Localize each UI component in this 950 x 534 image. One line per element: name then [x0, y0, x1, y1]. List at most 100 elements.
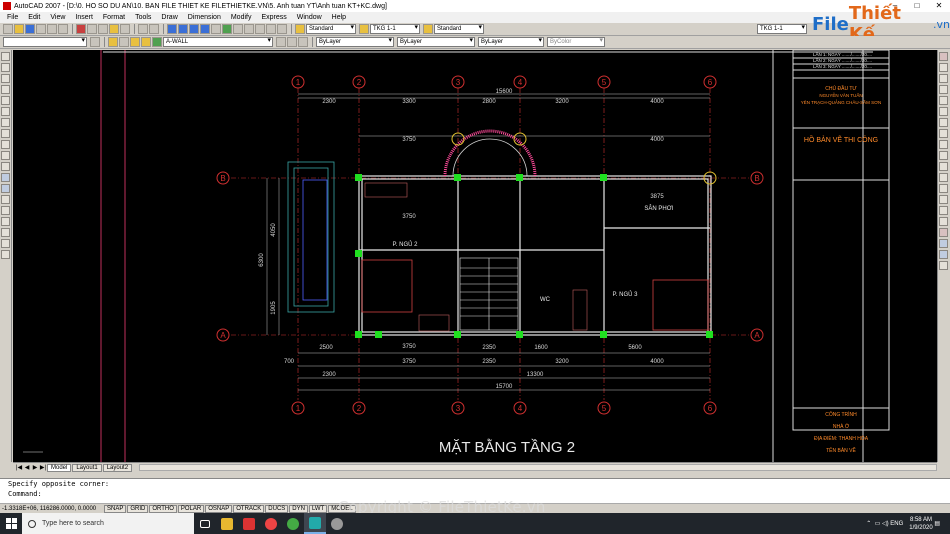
text-edit-icon[interactable]	[939, 250, 948, 259]
array-icon[interactable]	[939, 96, 948, 105]
line-icon[interactable]	[1, 52, 10, 61]
menu-insert[interactable]: Insert	[70, 14, 98, 21]
workspace-settings-icon[interactable]	[90, 37, 100, 47]
zoom-previous-icon[interactable]	[200, 24, 210, 34]
calculator-icon[interactable]	[266, 24, 276, 34]
task-view-button[interactable]	[194, 513, 216, 534]
publish-icon[interactable]	[58, 24, 68, 34]
redo-icon[interactable]	[149, 24, 159, 34]
chrome-app[interactable]	[260, 513, 282, 534]
open-icon[interactable]	[14, 24, 24, 34]
paste-icon[interactable]	[98, 24, 108, 34]
input-language[interactable]: ENG	[890, 521, 903, 527]
layer-select[interactable]: A-WALL	[163, 37, 273, 47]
layer-previous-icon[interactable]	[287, 37, 297, 47]
osnap-toggle[interactable]: OSNAP	[205, 504, 233, 513]
break-at-point-icon[interactable]	[939, 173, 948, 182]
multiline-text-icon[interactable]	[1, 250, 10, 259]
offset-icon[interactable]	[939, 85, 948, 94]
menu-modify[interactable]: Modify	[226, 14, 257, 21]
ellipse-icon[interactable]	[1, 151, 10, 160]
snipping-app[interactable]	[326, 513, 348, 534]
start-button[interactable]	[0, 513, 22, 534]
layer-on-icon[interactable]	[130, 37, 140, 47]
markup-icon[interactable]	[255, 24, 265, 34]
copy-icon[interactable]	[87, 24, 97, 34]
menu-help[interactable]: Help	[327, 14, 351, 21]
zoom-window-icon[interactable]	[189, 24, 199, 34]
lwt-toggle[interactable]: LWT	[308, 504, 328, 513]
point-icon[interactable]	[1, 195, 10, 204]
tray-chevron-icon[interactable]: ⌃	[866, 520, 871, 527]
text-style-select[interactable]: Standard	[306, 24, 356, 34]
polar-toggle[interactable]: POLAR	[177, 504, 205, 513]
make-current-icon[interactable]	[276, 37, 286, 47]
dim-style-select[interactable]: TKG 1-1	[370, 24, 420, 34]
table-icon[interactable]	[1, 239, 10, 248]
table-style-select[interactable]: Standard	[434, 24, 484, 34]
snap-toggle[interactable]: SNAP	[104, 504, 127, 513]
prev-tab-icon[interactable]: ◀	[23, 464, 31, 471]
menu-view[interactable]: View	[45, 14, 70, 21]
insert-block-icon[interactable]	[1, 173, 10, 182]
file-explorer-app[interactable]	[216, 513, 238, 534]
spline-icon[interactable]	[1, 140, 10, 149]
autocad-app[interactable]	[304, 513, 326, 534]
move-icon[interactable]	[939, 107, 948, 116]
chamfer-icon[interactable]	[939, 206, 948, 215]
sheet-set-icon[interactable]	[244, 24, 254, 34]
scale-icon[interactable]	[939, 129, 948, 138]
workspace-select[interactable]	[3, 37, 87, 47]
new-icon[interactable]	[3, 24, 13, 34]
arc-icon[interactable]	[1, 107, 10, 116]
menu-edit[interactable]: Edit	[23, 14, 45, 21]
pan-icon[interactable]	[167, 24, 177, 34]
tab-model[interactable]: Model	[47, 463, 72, 472]
tab-layout2[interactable]: Layout2	[102, 463, 133, 472]
construction-line-icon[interactable]	[1, 63, 10, 72]
explode-icon[interactable]	[939, 228, 948, 237]
rectangle-icon[interactable]	[1, 96, 10, 105]
next-tab-icon[interactable]: ▶	[31, 464, 39, 471]
properties-icon[interactable]	[211, 24, 221, 34]
media-app[interactable]	[282, 513, 304, 534]
make-block-icon[interactable]	[1, 184, 10, 193]
preview-icon[interactable]	[47, 24, 57, 34]
horizontal-scrollbar[interactable]	[139, 464, 937, 471]
first-tab-icon[interactable]: |◀	[15, 464, 23, 471]
undo-icon[interactable]	[138, 24, 148, 34]
region-icon[interactable]	[1, 228, 10, 237]
last-tab-icon[interactable]: ▶|	[39, 464, 47, 471]
tool-palettes-icon[interactable]	[233, 24, 243, 34]
cut-icon[interactable]	[76, 24, 86, 34]
notification-icon[interactable]: ▤	[934, 520, 940, 527]
save-icon[interactable]	[25, 24, 35, 34]
menu-file[interactable]: File	[2, 14, 23, 21]
gmail-app[interactable]	[238, 513, 260, 534]
menu-dimension[interactable]: Dimension	[183, 14, 226, 21]
grid-toggle[interactable]: GRID	[127, 504, 149, 513]
circle-icon[interactable]	[1, 118, 10, 127]
extend-icon[interactable]	[939, 162, 948, 171]
dyn-toggle[interactable]: DYN	[289, 504, 308, 513]
layer-manager-icon[interactable]	[108, 37, 118, 47]
zoom-realtime-icon[interactable]	[178, 24, 188, 34]
network-icon[interactable]: ▭	[875, 520, 881, 527]
help-icon[interactable]	[277, 24, 287, 34]
layer-lock-icon[interactable]	[152, 37, 162, 47]
revision-cloud-icon[interactable]	[1, 129, 10, 138]
color-select[interactable]: ByLayer	[316, 37, 394, 47]
layer-isolate-icon[interactable]	[298, 37, 308, 47]
pedit-icon[interactable]	[939, 261, 948, 270]
drawing-canvas[interactable]: LẦN 1: NGÀY ......./......./20.... LẦN 2…	[13, 50, 937, 462]
ellipse-arc-icon[interactable]	[1, 162, 10, 171]
match-properties-icon[interactable]	[109, 24, 119, 34]
close-icon[interactable]: ✕	[928, 0, 950, 12]
layer-state-icon[interactable]	[119, 37, 129, 47]
lineweight-select[interactable]: ByLayer	[478, 37, 544, 47]
gradient-icon[interactable]	[1, 217, 10, 226]
stretch-icon[interactable]	[939, 140, 948, 149]
trim-icon[interactable]	[939, 151, 948, 160]
menu-express[interactable]: Express	[256, 14, 291, 21]
taskbar-search[interactable]: Type here to search	[22, 513, 194, 534]
